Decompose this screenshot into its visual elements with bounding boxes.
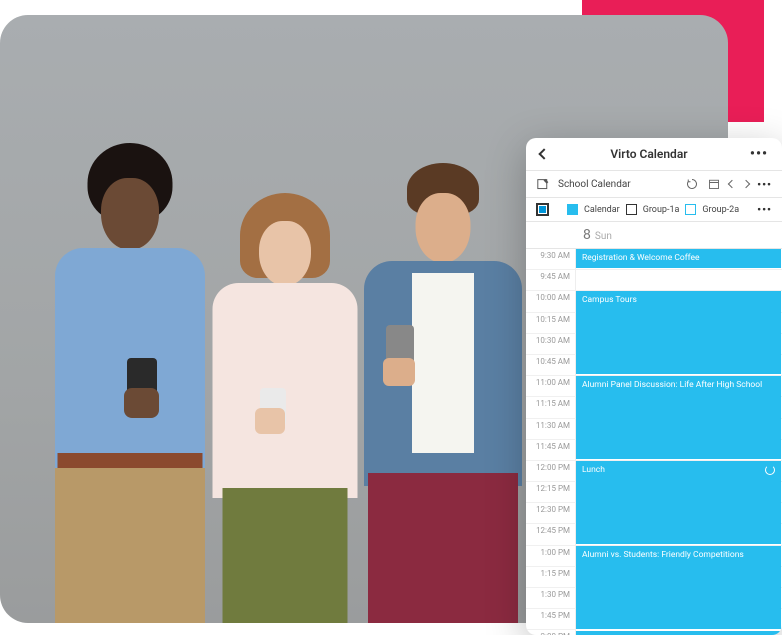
- calendar-event[interactable]: Closing Ceremony & Raffle Prize Drawing: [576, 631, 781, 635]
- time-label: 10:00 AM: [526, 291, 575, 302]
- tab-label[interactable]: School Calendar: [558, 179, 631, 190]
- refresh-icon[interactable]: [685, 177, 699, 191]
- time-label: 12:15 PM: [526, 482, 575, 493]
- time-label: 1:15 PM: [526, 567, 575, 578]
- toolbar-more-button[interactable]: •••: [757, 178, 772, 191]
- legend-label: Calendar: [584, 205, 620, 215]
- date-header: 8 Sun: [526, 222, 782, 249]
- date-day: Sun: [595, 231, 612, 242]
- person-illustration: [32, 143, 227, 623]
- time-label: 11:15 AM: [526, 397, 575, 408]
- calendar-event[interactable]: Lunch: [576, 461, 781, 545]
- time-grid: 9:30 AM 9:45 AM 10:00 AM 10:15 AM 10:30 AM 10…: [526, 249, 782, 635]
- legend-swatch[interactable]: [685, 204, 696, 215]
- person-illustration: [200, 193, 370, 623]
- legend-swatch[interactable]: [626, 204, 637, 215]
- time-label: 12:00 PM: [526, 461, 575, 472]
- next-button[interactable]: [742, 180, 750, 188]
- time-label: 2:00 PM: [526, 630, 575, 635]
- calendar-event[interactable]: Alumni vs. Students: Friendly Competitio…: [576, 546, 781, 630]
- time-label: 10:15 AM: [526, 313, 575, 324]
- time-label: 10:30 AM: [526, 334, 575, 345]
- calendar-toolbar: School Calendar •••: [526, 171, 782, 198]
- app-title: Virto Calendar: [610, 147, 687, 161]
- time-label: 1:45 PM: [526, 609, 575, 620]
- calendar-event[interactable]: Campus Tours: [576, 291, 781, 375]
- recurring-icon: [765, 465, 775, 475]
- time-label: 12:45 PM: [526, 524, 575, 535]
- time-label: 1:00 PM: [526, 546, 575, 557]
- calendar-event[interactable]: Alumni Panel Discussion: Life After High…: [576, 376, 781, 460]
- edit-icon[interactable]: [536, 177, 550, 191]
- calendar-event[interactable]: Registration & Welcome Coffee: [576, 249, 781, 269]
- legend-more-button[interactable]: •••: [757, 203, 772, 216]
- time-label: 9:45 AM: [526, 270, 575, 281]
- time-label: 1:30 PM: [526, 588, 575, 599]
- time-label: 11:30 AM: [526, 419, 575, 430]
- calendar-header: Virto Calendar •••: [526, 138, 782, 171]
- time-label: 10:45 AM: [526, 355, 575, 366]
- time-label: 12:30 PM: [526, 503, 575, 514]
- time-label: 11:00 AM: [526, 376, 575, 387]
- calendar-view-icon[interactable]: [707, 177, 721, 191]
- date-number: 8: [583, 227, 591, 243]
- more-menu-button[interactable]: •••: [750, 146, 768, 162]
- prev-button[interactable]: [728, 180, 736, 188]
- legend-swatch[interactable]: [567, 204, 578, 215]
- calendar-app-panel: Virto Calendar ••• School Calendar ••• C…: [526, 138, 782, 635]
- back-button[interactable]: [538, 148, 549, 159]
- time-label: 11:45 AM: [526, 440, 575, 451]
- legend-row: Calendar Group-1a Group-2a •••: [526, 198, 782, 222]
- legend-label: Group-2a: [702, 205, 739, 215]
- time-label: 9:30 AM: [526, 249, 575, 260]
- legend-label: Group-1a: [643, 205, 680, 215]
- select-all-checkbox[interactable]: [536, 203, 549, 216]
- person-illustration: [348, 163, 538, 623]
